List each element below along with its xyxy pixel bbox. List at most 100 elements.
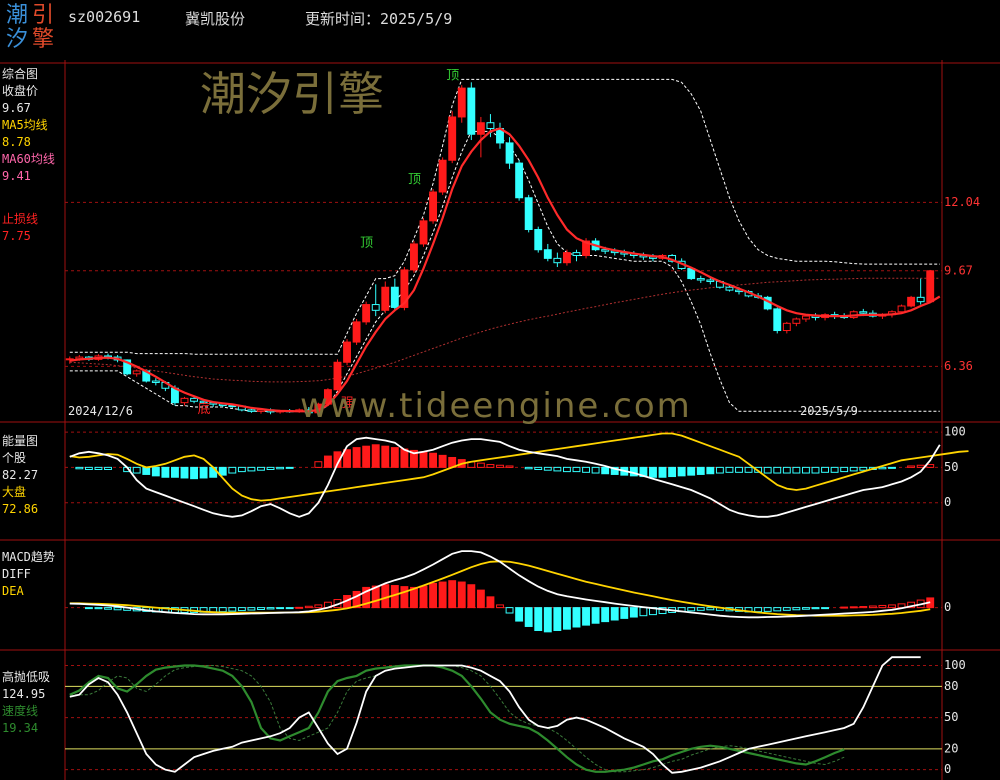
macd-bar	[572, 607, 581, 628]
energy-bar	[496, 464, 504, 468]
macd-bar	[448, 580, 457, 609]
macd-bar	[534, 607, 543, 631]
signal-annotation: 底	[198, 401, 211, 417]
candle-body	[534, 229, 543, 251]
macd-bar	[276, 607, 285, 610]
macd-bar	[811, 607, 820, 610]
energy-bar	[735, 466, 743, 473]
energy-bar	[94, 466, 103, 470]
candle-body	[601, 249, 610, 252]
candle-body	[859, 311, 868, 314]
candle-body	[505, 142, 514, 164]
macd-bar	[562, 607, 571, 630]
stock-chart-screen: 潮 引 汐 擎 sz002691 冀凯股份 更新时间：2025/5/9 综合图 …	[0, 0, 1000, 780]
macd-bar	[840, 606, 849, 609]
macd-y-tick: 0	[944, 600, 951, 614]
energy-bar	[161, 466, 170, 478]
candle-body	[926, 270, 935, 303]
site-watermark: www.tideengine.com	[300, 386, 692, 426]
macd-bar	[687, 607, 696, 612]
candle-body	[438, 159, 447, 193]
energy-bar	[323, 455, 332, 468]
energy-bar	[247, 466, 256, 472]
macd-bar	[304, 605, 313, 609]
macd-bar	[849, 606, 858, 609]
energy-bar	[801, 466, 810, 474]
energy-bar	[543, 466, 552, 471]
candle-body	[132, 370, 141, 375]
candle-body	[562, 252, 571, 264]
energy-bar	[429, 452, 438, 468]
macd-bar	[496, 604, 504, 609]
macd-bar	[84, 607, 93, 610]
macd-bar	[505, 607, 514, 614]
energy-bar	[715, 466, 724, 474]
main-y-tick: 9.67	[944, 263, 973, 277]
tide-y-tick: 80	[944, 679, 958, 693]
energy-bar	[151, 466, 160, 477]
energy-bar	[276, 466, 285, 470]
macd-bar	[639, 607, 648, 617]
candle-body	[190, 397, 199, 402]
candle-body	[457, 87, 466, 118]
candle-body	[687, 267, 696, 280]
candle-body	[524, 197, 533, 231]
energy-bar	[582, 466, 590, 473]
macd-bar	[524, 607, 533, 627]
speed-line	[69, 664, 845, 773]
candle-body	[907, 296, 916, 307]
macd-bar	[754, 607, 763, 613]
macd-bar	[696, 607, 705, 611]
energy-bar	[591, 466, 600, 474]
macd-bar	[438, 581, 447, 609]
energy-bar	[505, 465, 514, 468]
tide-y-tick: 20	[944, 741, 958, 755]
macd-bar	[381, 584, 390, 609]
macd-bar	[457, 581, 466, 609]
energy-bar	[534, 466, 543, 470]
energy-bar	[744, 466, 753, 473]
candle-body	[553, 257, 562, 264]
energy-bar	[84, 466, 93, 470]
energy-bar	[888, 466, 896, 469]
candle-body	[429, 191, 438, 222]
energy-bar	[830, 466, 839, 473]
macd-bar	[429, 582, 438, 609]
macd-bar	[601, 607, 610, 623]
energy-bar	[840, 466, 849, 473]
ma5-line	[69, 127, 941, 413]
energy-bar	[190, 466, 199, 480]
macd-bar	[113, 607, 122, 611]
macd-bar	[801, 607, 810, 610]
macd-bar	[400, 586, 409, 609]
energy-bar	[381, 445, 390, 468]
energy-bar	[237, 466, 246, 473]
energy-bar	[171, 466, 179, 478]
tide-y-tick: 50	[944, 710, 958, 724]
energy-bar	[668, 466, 677, 478]
macd-bar	[868, 605, 877, 609]
energy-bar	[658, 466, 667, 478]
signal-annotation: 顶	[446, 68, 459, 83]
energy-bar	[285, 466, 294, 469]
candle-body	[572, 252, 581, 256]
energy-bar	[773, 466, 782, 474]
energy-bar	[142, 466, 151, 475]
energy-bar	[314, 461, 323, 468]
energy-bar	[572, 466, 581, 473]
energy-y-tick: 50	[944, 460, 958, 474]
macd-bar	[763, 607, 772, 612]
energy-bar	[687, 466, 696, 476]
candle-body	[151, 380, 160, 383]
macd-bar	[610, 607, 619, 621]
candle-body	[390, 286, 399, 308]
brand-watermark: 潮汐引擎	[200, 67, 384, 121]
energy-bar	[859, 466, 868, 471]
candle-body	[448, 116, 457, 161]
macd-bar	[582, 607, 590, 626]
macd-bar	[543, 607, 552, 633]
macd-bar	[515, 607, 524, 622]
candle-body	[515, 162, 524, 199]
candle-body	[362, 304, 371, 323]
macd-bar	[247, 607, 256, 611]
